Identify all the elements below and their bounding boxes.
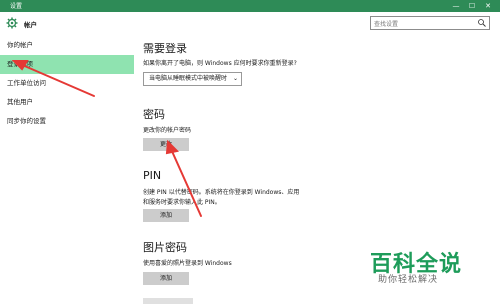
picture-password-heading: 图片密码	[143, 241, 187, 254]
sidebar-item-your-account[interactable]: 你的帐户	[0, 36, 134, 55]
add-pin-button[interactable]: 添加	[143, 209, 189, 222]
add-picture-password-button[interactable]: 添加	[143, 272, 189, 285]
require-signin-dropdown[interactable]: 当电脑从睡眠模式中被唤醒时 ⌄	[143, 72, 242, 86]
window-titlebar: 设置 — ☐ ✕	[0, 0, 500, 12]
maximize-button[interactable]: ☐	[464, 0, 480, 12]
close-button[interactable]: ✕	[480, 0, 496, 12]
pin-description-line1: 创建 PIN 以代替密码。系统将在你登录到 Windows、应用	[143, 189, 300, 196]
require-signin-description: 如果你离开了电脑，则 Windows 应何时要求你重新登录?	[143, 60, 297, 67]
minimize-button[interactable]: —	[448, 0, 464, 12]
password-description: 更改你的帐户密码	[143, 127, 192, 134]
window-title: 设置	[10, 3, 23, 10]
password-heading: 密码	[143, 108, 165, 121]
pin-description-line2: 和服务时要求你输入此 PIN。	[143, 199, 221, 206]
require-signin-heading: 需要登录	[143, 42, 187, 55]
watermark-subtitle: 助你轻松解决	[377, 275, 438, 285]
change-password-button[interactable]: 更改	[143, 138, 189, 151]
sidebar-item-sync-settings[interactable]: 同步你的设置	[0, 112, 134, 131]
pin-heading: PIN	[143, 169, 162, 182]
sidebar: 你的帐户 登录选项 工作单位访问 其他用户 同步你的设置	[0, 36, 134, 306]
gear-icon	[6, 17, 18, 29]
sidebar-item-sign-in-options[interactable]: 登录选项	[0, 55, 134, 74]
next-section-heading-partial	[143, 298, 193, 304]
search-input[interactable]: 查找设置	[370, 16, 490, 30]
dropdown-value: 当电脑从睡眠模式中被唤醒时	[149, 75, 228, 82]
watermark: 百科全说 助你轻松解决	[370, 246, 462, 285]
page-title: 帐户	[24, 21, 37, 29]
chevron-down-icon: ⌄	[232, 75, 238, 82]
search-placeholder: 查找设置	[374, 21, 399, 28]
picture-password-description: 使用喜爱的照片登录到 Windows	[143, 260, 232, 267]
search-icon[interactable]	[477, 18, 487, 28]
sidebar-item-other-users[interactable]: 其他用户	[0, 93, 134, 112]
sidebar-item-work-access[interactable]: 工作单位访问	[0, 74, 134, 93]
